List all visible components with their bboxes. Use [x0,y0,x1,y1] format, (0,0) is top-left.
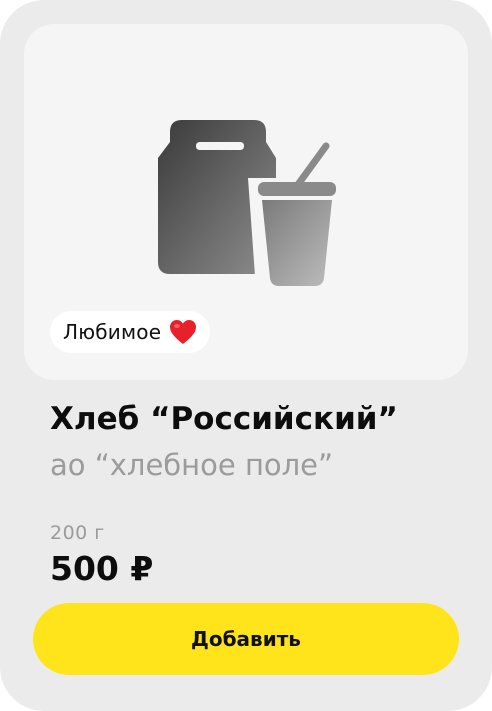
product-producer: ао “хлебное поле” [50,448,334,482]
favorite-badge: Любимое [50,311,211,353]
product-price: 500 ₽ [50,549,154,588]
product-weight: 200 г [50,522,105,544]
product-image-panel: Любимое [24,24,468,380]
favorite-badge-label: Любимое [63,320,162,344]
takeaway-bag-and-cup-icon [158,120,336,288]
product-title: Хлеб “Российский” [50,401,398,437]
add-to-cart-button[interactable]: Добавить [33,603,459,675]
heart-icon [170,320,197,344]
product-card[interactable]: Любимое Хлеб “Российский” ао “хлебное по… [0,0,492,711]
